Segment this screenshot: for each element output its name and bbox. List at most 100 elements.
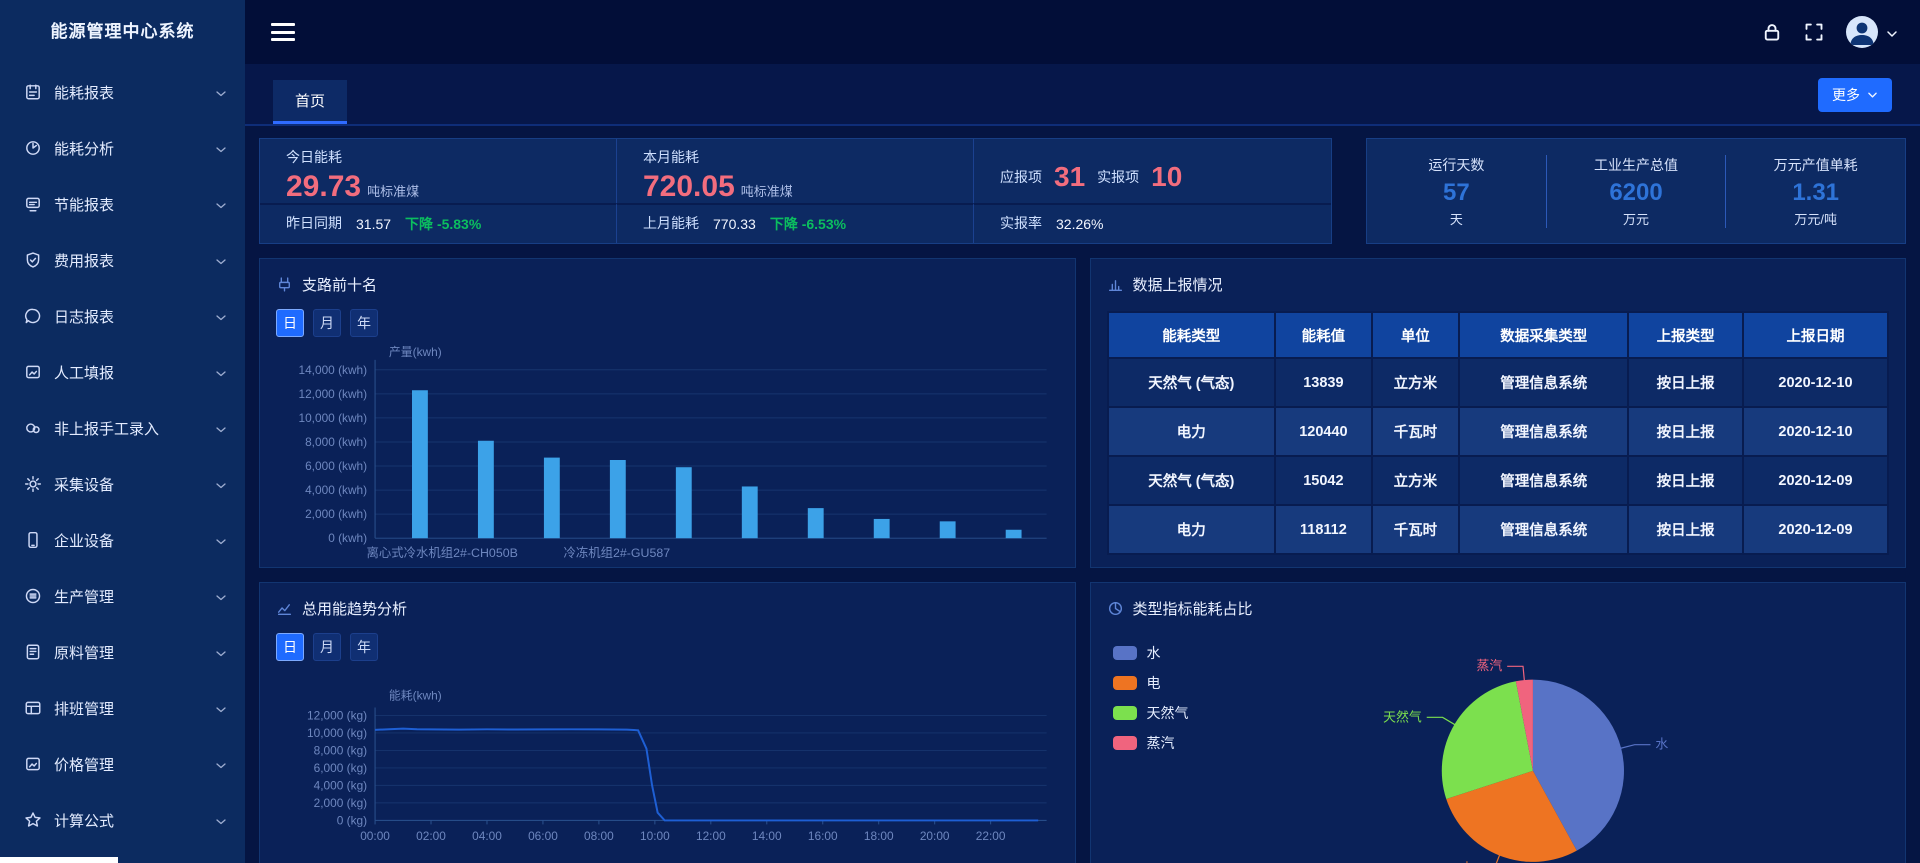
lock-icon[interactable] (1762, 22, 1782, 42)
legend-label: 天然气 (1147, 703, 1189, 723)
sidebar-item-5[interactable]: 人工填报 (0, 344, 245, 400)
legend-swatch (1113, 706, 1137, 720)
stat-value: 1.31 (1726, 179, 1905, 207)
sidebar-item-2[interactable]: 节能报表 (0, 176, 245, 232)
report-chart-icon (1107, 276, 1124, 293)
period-tab-月[interactable]: 月 (313, 309, 341, 337)
svg-text:14:00: 14:00 (752, 829, 782, 843)
sidebar-item-label: 价格管理 (54, 754, 215, 775)
more-button[interactable]: 更多 (1818, 78, 1892, 112)
energy-saving-icon (24, 195, 42, 213)
user-caret-down-icon[interactable] (1886, 26, 1898, 38)
period-tab-月[interactable]: 月 (313, 633, 341, 661)
gear-icon (24, 475, 42, 493)
sidebar-item-3[interactable]: 费用报表 (0, 232, 245, 288)
svg-text:08:00: 08:00 (584, 829, 614, 843)
analysis-icon (24, 139, 42, 157)
kpi-report-rate: 实报率 32.26% (974, 203, 1331, 243)
chevron-down-icon (215, 366, 227, 378)
energy-share-pie-chart: 水电天然气蒸汽 (1107, 621, 1890, 863)
legend-item-电[interactable]: 电 (1113, 673, 1189, 693)
period-tab-年[interactable]: 年 (350, 633, 378, 661)
chevron-down-icon (215, 422, 227, 434)
svg-text:冷冻机组2#-GU587: 冷冻机组2#-GU587 (564, 545, 671, 560)
chevron-down-icon (215, 198, 227, 210)
kpi-label: 今日能耗 (286, 147, 606, 167)
svg-text:12:00: 12:00 (696, 829, 726, 843)
sidebar-item-1[interactable]: 能耗分析 (0, 120, 245, 176)
chevron-down-icon (215, 478, 227, 490)
legend-swatch (1113, 736, 1137, 750)
shift-icon (24, 699, 42, 717)
tab-home[interactable]: 首页 (273, 80, 347, 124)
sidebar-item-12[interactable]: 价格管理 (0, 736, 245, 792)
pie-chart-icon (1107, 600, 1124, 617)
legend-item-天然气[interactable]: 天然气 (1113, 703, 1189, 723)
sidebar-item-label: 人工填报 (54, 362, 215, 383)
sidebar: 能源管理中心系统 能耗报表能耗分析节能报表费用报表日志报表人工填报非上报手工录入… (0, 0, 245, 863)
chevron-down-icon (215, 534, 227, 546)
due-label: 应报项 (1000, 167, 1042, 187)
report-icon (24, 83, 42, 101)
kpi-unit: 吨标准煤 (367, 184, 419, 199)
chevron-down-icon (215, 646, 227, 658)
tab-strip: 首页 更多 (245, 64, 1920, 126)
svg-text:0 (kg): 0 (kg) (337, 813, 367, 827)
branch-icon (276, 276, 293, 293)
sidebar-item-7[interactable]: 采集设备 (0, 456, 245, 512)
legend-item-水[interactable]: 水 (1113, 643, 1189, 663)
svg-text:06:00: 06:00 (528, 829, 558, 843)
bottom-scroll-strip (0, 857, 118, 863)
kpi-today-compare: 昨日同期 31.57 下降 -5.83% (260, 203, 617, 243)
more-button-label: 更多 (1832, 85, 1860, 105)
sidebar-item-9[interactable]: 生产管理 (0, 568, 245, 624)
app-title: 能源管理中心系统 (0, 0, 245, 64)
sidebar-item-0[interactable]: 能耗报表 (0, 64, 245, 120)
legend-swatch (1113, 646, 1137, 660)
trend-line-icon (276, 600, 293, 617)
chevron-down-icon (215, 86, 227, 98)
svg-text:12,000 (kg): 12,000 (kg) (307, 708, 367, 722)
stats-card: 运行天数 57 天 工业生产总值 6200 万元 万元产值单耗 1.31 万元/… (1366, 138, 1906, 244)
legend-item-蒸汽[interactable]: 蒸汽 (1113, 733, 1189, 753)
svg-text:18:00: 18:00 (864, 829, 894, 843)
table-header-cell: 能耗类型 (1109, 313, 1275, 357)
due-value: 31 (1054, 161, 1085, 193)
manual-entry-icon (24, 419, 42, 437)
sidebar-item-4[interactable]: 日志报表 (0, 288, 245, 344)
kpi-unit: 吨标准煤 (741, 184, 793, 199)
period-tab-年[interactable]: 年 (350, 309, 378, 337)
bar-period-tabs: 日月年 (276, 309, 1059, 337)
sidebar-item-6[interactable]: 非上报手工录入 (0, 400, 245, 456)
sidebar-item-label: 日志报表 (54, 306, 215, 327)
log-report-icon (24, 307, 42, 325)
avatar[interactable] (1846, 16, 1878, 48)
svg-text:2,000 (kg): 2,000 (kg) (314, 796, 368, 810)
trend-label: 下降 (405, 216, 433, 232)
menu-toggle-icon[interactable] (271, 23, 295, 41)
trend-value: -6.53% (802, 216, 846, 232)
sidebar-item-label: 能耗分析 (54, 138, 215, 159)
sidebar-item-label: 企业设备 (54, 530, 215, 551)
stat-value: 57 (1367, 179, 1546, 207)
charts-grid: 支路前十名 日月年 0 (kwh)2,000 (kwh)4,000 (kwh)6… (259, 258, 1906, 863)
legend-label: 水 (1147, 643, 1161, 663)
period-tab-日[interactable]: 日 (276, 309, 304, 337)
svg-text:22:00: 22:00 (976, 829, 1006, 843)
sidebar-item-8[interactable]: 企业设备 (0, 512, 245, 568)
sidebar-item-10[interactable]: 原料管理 (0, 624, 245, 680)
sidebar-item-label: 节能报表 (54, 194, 215, 215)
cost-report-icon (24, 251, 42, 269)
sidebar-item-13[interactable]: 计算公式 (0, 792, 245, 848)
fullscreen-icon[interactable] (1804, 22, 1824, 42)
kpi-month-compare: 上月能耗 770.33 下降 -6.53% (617, 203, 974, 243)
sidebar-item-label: 排班管理 (54, 698, 215, 719)
table-row: 电力118112千瓦时管理信息系统按日上报2020-12-09 (1109, 506, 1888, 553)
table-header-cell: 上报日期 (1744, 313, 1887, 357)
period-tab-日[interactable]: 日 (276, 633, 304, 661)
svg-text:8,000 (kwh): 8,000 (kwh) (305, 435, 367, 449)
sidebar-item-11[interactable]: 排班管理 (0, 680, 245, 736)
chevron-down-icon (215, 814, 227, 826)
panel-title: 总用能趋势分析 (302, 598, 407, 619)
table-header-cell: 能耗值 (1276, 313, 1371, 357)
